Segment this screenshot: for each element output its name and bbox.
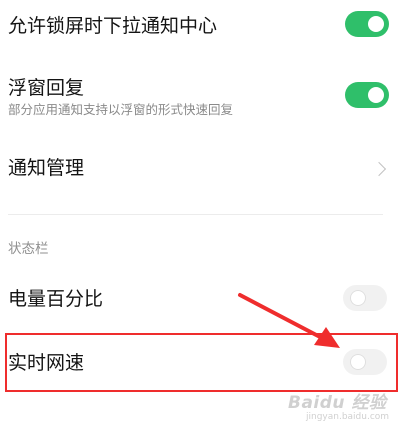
- baidu-watermark-url: jingyan.baidu.com: [306, 412, 390, 422]
- arrow-shaft: [238, 293, 324, 340]
- annotation-arrow: [238, 293, 340, 348]
- baidu-watermark: Baidu 经验: [288, 393, 387, 413]
